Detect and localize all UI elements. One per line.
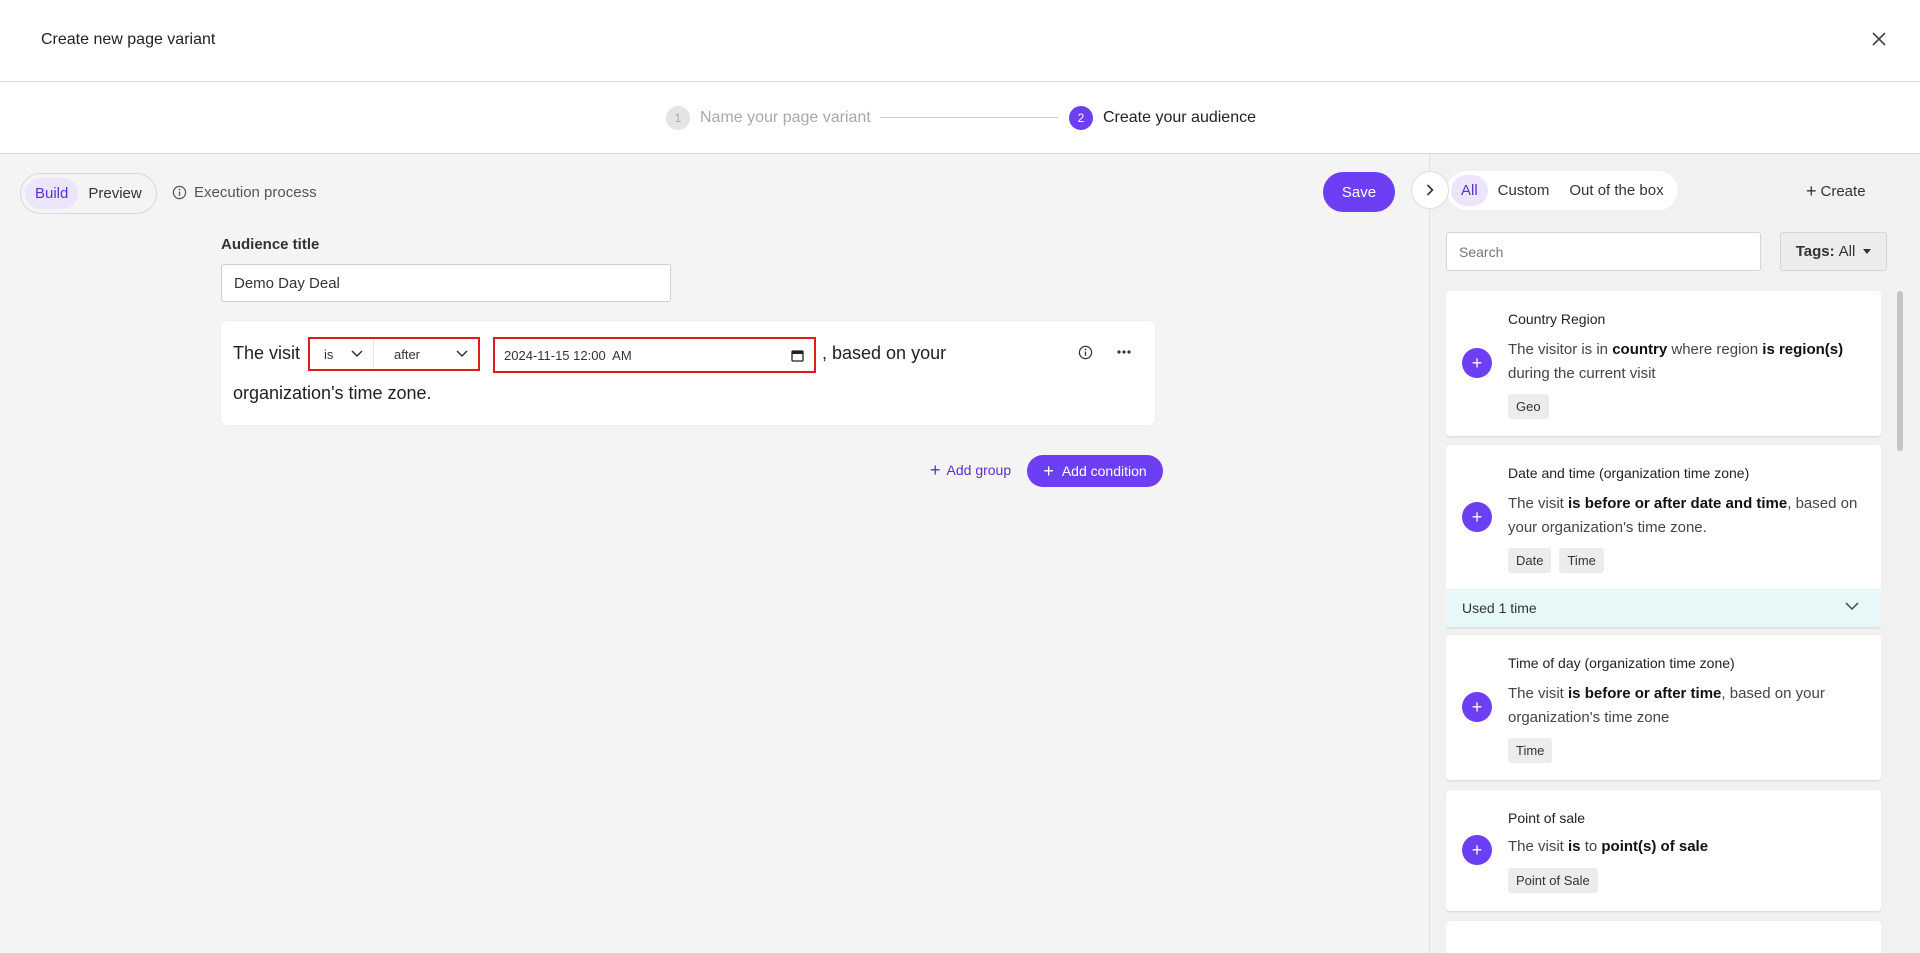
plus-icon: + xyxy=(1806,181,1817,201)
filter-custom[interactable]: Custom xyxy=(1488,175,1560,206)
add-condition-icon[interactable]: + xyxy=(1462,502,1492,532)
condition-suffix-continued: organization's time zone. xyxy=(233,383,432,403)
card-description: The visit is to point(s) of sale xyxy=(1508,838,1709,855)
build-preview-toggle: Build Preview xyxy=(20,173,157,214)
add-condition-icon[interactable]: + xyxy=(1462,835,1492,865)
add-group-label: Add group xyxy=(946,462,1012,478)
condition-prefix: The visit xyxy=(233,343,301,363)
caret-down-icon xyxy=(1863,249,1872,254)
save-button[interactable]: Save xyxy=(1323,172,1395,212)
tag: Geo xyxy=(1508,394,1549,419)
condition-card-time-of-day[interactable]: + Time of day (organization time zone) T… xyxy=(1446,635,1881,780)
calendar-icon[interactable] xyxy=(791,349,804,362)
modal-header: Create new page variant xyxy=(0,0,1920,82)
card-tags: Point of Sale xyxy=(1508,868,1598,893)
audience-title-input[interactable] xyxy=(221,264,671,302)
execution-process-label: Execution process xyxy=(194,184,317,201)
usage-expander[interactable]: Used 1 time xyxy=(1446,589,1881,627)
usage-count: Used 1 time xyxy=(1462,600,1537,616)
create-button[interactable]: + Create xyxy=(1806,182,1866,200)
card-description: The visit is before or after time, based… xyxy=(1508,685,1825,726)
step-number: 1 xyxy=(666,106,690,130)
tags-label: Tags: xyxy=(1795,243,1835,260)
card-title: Point of sale xyxy=(1508,810,1586,826)
step-label: Create your audience xyxy=(1103,109,1256,126)
chevron-down-icon xyxy=(351,350,363,358)
condition-operator-group: is after xyxy=(308,337,480,371)
condition-card: The visit is after 2024-11-15 12:00 AM ,… xyxy=(221,321,1155,425)
condition-card[interactable] xyxy=(1446,921,1881,953)
chevron-down-icon xyxy=(456,350,468,358)
filter-all[interactable]: All xyxy=(1451,175,1488,206)
operator-value: is xyxy=(324,346,334,362)
datetime-value: 2024-11-15 12:00 AM xyxy=(504,347,632,363)
execution-process-link[interactable]: Execution process xyxy=(172,184,317,201)
condition-suffix: , based on your xyxy=(822,343,947,363)
condition-list: + Country Region The visitor is in count… xyxy=(1446,291,1881,953)
tag: Point of Sale xyxy=(1508,868,1598,893)
tag: Time xyxy=(1508,738,1553,763)
card-tags: Time xyxy=(1508,738,1553,763)
add-group-button[interactable]: + Add group xyxy=(930,461,1011,479)
card-title: Date and time (organization time zone) xyxy=(1508,465,1750,481)
plus-icon: + xyxy=(930,460,941,480)
tag: Date xyxy=(1508,548,1552,573)
filter-out-of-the-box[interactable]: Out of the box xyxy=(1559,175,1673,206)
more-options-icon[interactable] xyxy=(1115,343,1133,361)
condition-card-point-of-sale[interactable]: + Point of sale The visit is to point(s)… xyxy=(1446,790,1881,911)
condition-library-panel: All Custom Out of the box + Create Tags:… xyxy=(1429,154,1920,953)
tab-build[interactable]: Build xyxy=(25,178,79,209)
info-icon xyxy=(172,185,187,200)
chevron-down-icon xyxy=(1845,602,1859,611)
tag: Time xyxy=(1559,548,1604,573)
builder-area: Build Preview Execution process Save Aud… xyxy=(0,154,1429,953)
stepper: 1 Name your page variant 2 Create your a… xyxy=(0,82,1920,154)
close-icon[interactable] xyxy=(1866,26,1892,52)
tags-dropdown[interactable]: Tags: All xyxy=(1780,232,1887,271)
condition-card-country-region[interactable]: + Country Region The visitor is in count… xyxy=(1446,291,1881,436)
comparison-value: after xyxy=(394,346,421,362)
collapse-panel-button[interactable] xyxy=(1411,171,1449,209)
condition-card-date-and-time[interactable]: + Date and time (organization time zone)… xyxy=(1446,445,1881,627)
search-input[interactable] xyxy=(1446,232,1761,271)
add-condition-button[interactable]: + Add condition xyxy=(1027,455,1163,487)
add-condition-label: Add condition xyxy=(1061,463,1147,479)
tags-value: All xyxy=(1838,243,1856,260)
plus-icon: + xyxy=(1043,461,1054,481)
chevron-right-icon xyxy=(1426,184,1434,196)
card-tags: Geo xyxy=(1508,394,1549,419)
tab-preview[interactable]: Preview xyxy=(78,178,151,209)
info-icon[interactable] xyxy=(1076,343,1094,361)
card-title: Country Region xyxy=(1508,311,1606,327)
step-label: Name your page variant xyxy=(700,109,871,126)
add-condition-icon[interactable]: + xyxy=(1462,348,1492,378)
card-title: Time of day (organization time zone) xyxy=(1508,655,1735,671)
card-description: The visit is before or after date and ti… xyxy=(1508,495,1858,536)
library-filter-tabs: All Custom Out of the box xyxy=(1447,171,1678,210)
operator-select[interactable]: is xyxy=(310,339,374,369)
datetime-input[interactable]: 2024-11-15 12:00 AM xyxy=(493,337,816,373)
step-number: 2 xyxy=(1069,106,1093,130)
card-tags: Date Time xyxy=(1508,548,1604,573)
card-description: The visitor is in country where region i… xyxy=(1508,341,1844,382)
audience-title-label: Audience title xyxy=(221,236,320,253)
create-label: Create xyxy=(1820,182,1866,200)
modal-title: Create new page variant xyxy=(41,31,216,48)
step-create-audience[interactable]: 2 Create your audience xyxy=(1069,106,1256,130)
add-condition-icon[interactable]: + xyxy=(1462,692,1492,722)
comparison-select[interactable]: after xyxy=(374,339,478,369)
scrollbar[interactable] xyxy=(1897,291,1903,451)
step-name-variant[interactable]: 1 Name your page variant xyxy=(666,106,871,130)
step-connector xyxy=(880,117,1058,118)
